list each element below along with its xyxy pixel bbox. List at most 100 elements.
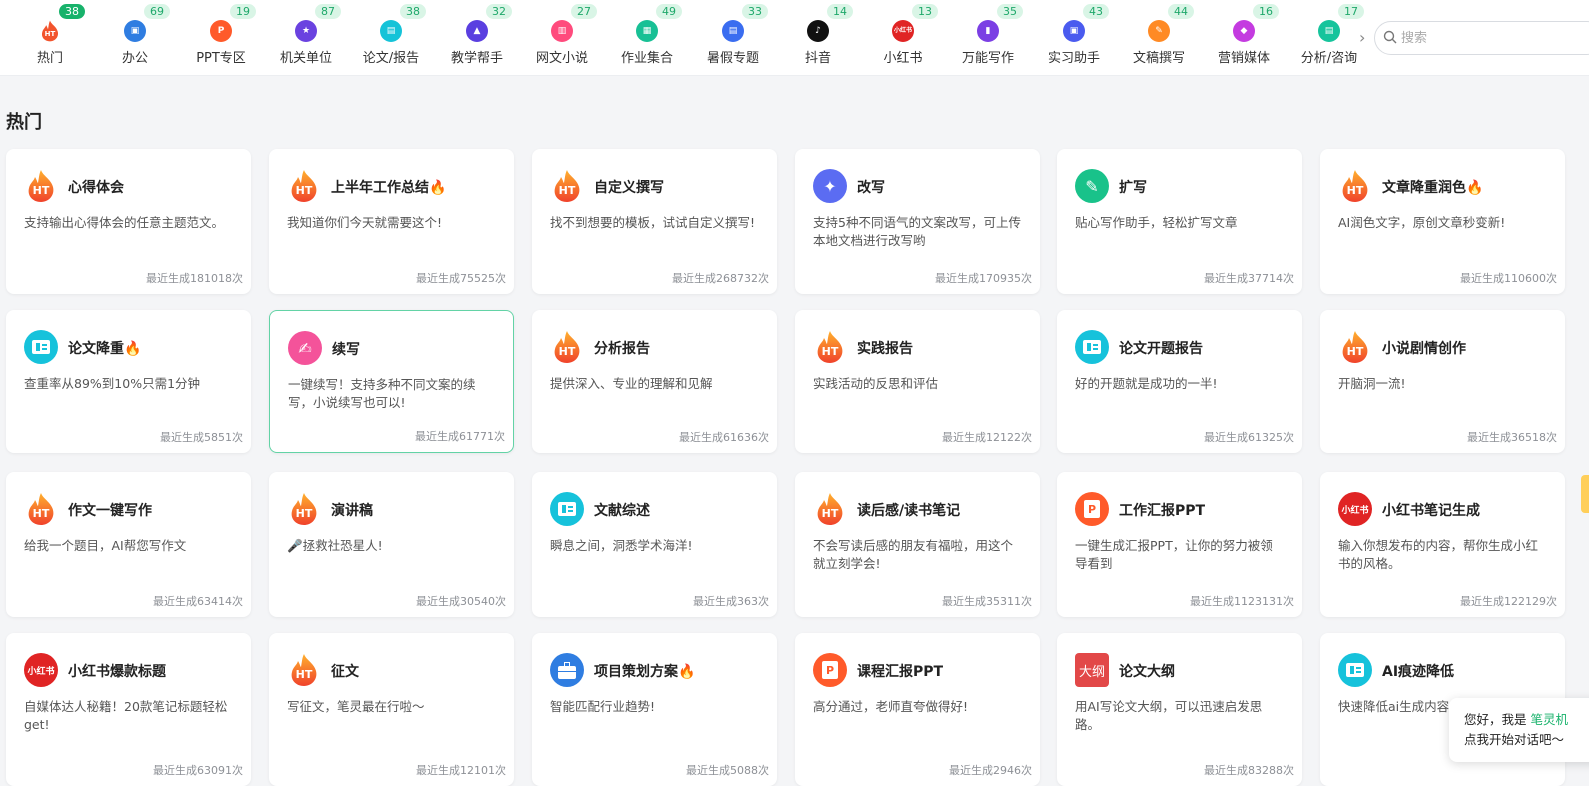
- search-icon: [1383, 30, 1397, 44]
- card-description: 用AI写论文大纲，可以迅速启发思路。: [1075, 699, 1263, 732]
- card-title: AI痕迹降低: [1382, 664, 1455, 680]
- card-description: 贴心写作助手，轻松扩写文章: [1075, 215, 1238, 230]
- outline-icon: 大纲: [1075, 653, 1109, 687]
- card-title: 论文大纲: [1119, 664, 1175, 680]
- chat-bubble[interactable]: 您好，我是 笔灵机 点我开始对话吧～: [1449, 698, 1589, 762]
- template-card[interactable]: HT 上半年工作总结🔥 我知道你们今天就需要这个! 最近生成75525次: [269, 149, 514, 294]
- category-count-badge: 35: [997, 4, 1023, 19]
- card-title: 小红书笔记生成: [1382, 503, 1480, 519]
- category-tab-12[interactable]: ▣ 43 实习助手: [1031, 0, 1117, 76]
- template-card[interactable]: ✍ 续写 一键续写！支持多种不同文案的续写，小说续写也可以! 最近生成61771次: [269, 310, 514, 453]
- category-tab-13[interactable]: ✎ 44 文稿撰写: [1116, 0, 1202, 76]
- template-card[interactable]: 大纲 论文大纲 用AI写论文大纲，可以迅速启发思路。 最近生成83288次: [1057, 633, 1302, 786]
- template-card[interactable]: 小红书 小红书爆款标题 自媒体达人秘籍！20款笔记标题轻松get! 最近生成63091…: [6, 633, 251, 786]
- card-description: 输入你想发布的内容，帮你生成小红书的风格。: [1338, 538, 1539, 571]
- card-description: 支持输出心得体会的任意主题范文。: [24, 215, 225, 230]
- card-usage-count: 最近生成12101次: [416, 764, 506, 777]
- card-title: 工作汇报PPT: [1119, 503, 1206, 519]
- search-input[interactable]: [1401, 28, 1581, 48]
- search-box[interactable]: [1374, 21, 1589, 55]
- card-title: 续写: [332, 342, 360, 358]
- card-usage-count: 最近生成5088次: [686, 764, 769, 777]
- card-description: 一键续写！支持多种不同文案的续写，小说续写也可以!: [288, 377, 476, 410]
- category-count-badge: 27: [571, 4, 597, 19]
- template-card[interactable]: HT 自定义撰写 找不到想要的模板，试试自定义撰写! 最近生成268732次: [532, 149, 777, 294]
- category-count-badge: 87: [315, 4, 341, 19]
- flame-ht-icon: HT: [550, 169, 584, 203]
- category-label: 办公: [121, 51, 148, 66]
- template-card[interactable]: HT 小说剧情创作 开脑洞一流! 最近生成36518次: [1320, 310, 1565, 453]
- intern-icon: ▣: [1063, 20, 1085, 42]
- template-card[interactable]: 文献综述 瞬息之间，洞悉学术海洋! 最近生成363次: [532, 472, 777, 617]
- card-description: 我知道你们今天就需要这个!: [287, 215, 443, 230]
- card-description: 🎤拯救社恐星人!: [287, 538, 383, 553]
- category-label: 万能写作: [961, 51, 1014, 66]
- card-title: 读后感/读书笔记: [857, 503, 961, 519]
- card-usage-count: 最近生成122129次: [1460, 595, 1557, 608]
- card-title: 小红书爆款标题: [68, 664, 166, 680]
- graduation-cap-icon: ▲: [466, 20, 488, 42]
- category-tab-5[interactable]: ▲ 32 教学帮手: [434, 0, 520, 76]
- template-card[interactable]: 小红书 小红书笔记生成 输入你想发布的内容，帮你生成小红书的风格。 最近生成12212…: [1320, 472, 1565, 617]
- card-description: 高分通过，老师直夸做得好!: [813, 699, 969, 714]
- template-card[interactable]: ✦ 改写 支持5种不同语气的文案改写，可上传本地文档进行改写哟 最近生成170935次: [795, 149, 1040, 294]
- category-tab-8[interactable]: ▤ 33 暑假专题: [690, 0, 776, 76]
- card-description: 智能匹配行业趋势!: [550, 699, 656, 714]
- ppt-icon: P: [813, 653, 847, 687]
- template-card[interactable]: HT 文章降重润色🔥 AI润色文字，原创文章秒变新! 最近生成110600次: [1320, 149, 1565, 294]
- category-tab-11[interactable]: ▮ 35 万能写作: [945, 0, 1031, 76]
- card-usage-count: 最近生成363次: [693, 595, 769, 608]
- category-tab-7[interactable]: ▦ 49 作业集合: [604, 0, 690, 76]
- category-tab-9[interactable]: ♪ 14 抖音: [775, 0, 861, 76]
- template-card[interactable]: 论文降重🔥 查重率从89%到10%只需1分钟 最近生成5851次: [6, 310, 251, 453]
- category-label: 网文小说: [535, 51, 588, 66]
- card-description: 支持5种不同语气的文案改写，可上传本地文档进行改写哟: [813, 215, 1021, 248]
- card-title: 分析报告: [594, 341, 650, 357]
- template-card[interactable]: HT 作文一键写作 给我一个题目，AI帮您写作文 最近生成63414次: [6, 472, 251, 617]
- template-card[interactable]: HT 演讲稿 🎤拯救社恐星人! 最近生成30540次: [269, 472, 514, 617]
- category-count-badge: 44: [1168, 4, 1194, 19]
- template-card[interactable]: P 课程汇报PPT 高分通过，老师直夸做得好! 最近生成2946次: [795, 633, 1040, 786]
- category-tab-6[interactable]: ▥ 27 网文小说: [519, 0, 605, 76]
- template-card[interactable]: ✎ 扩写 贴心写作助手，轻松扩写文章 最近生成37714次: [1057, 149, 1302, 294]
- category-tab-4[interactable]: ▤ 38 论文/报告: [348, 0, 434, 76]
- template-card[interactable]: HT 征文 写征文，笔灵最在行啦～ 最近生成12101次: [269, 633, 514, 786]
- template-card[interactable]: HT 心得体会 支持输出心得体会的任意主题范文。 最近生成181018次: [6, 149, 251, 294]
- category-tab-14[interactable]: ◆ 16 营销媒体: [1201, 0, 1287, 76]
- category-label: 热门: [36, 51, 63, 66]
- card-usage-count: 最近生成63091次: [153, 764, 243, 777]
- template-card[interactable]: HT 实践报告 实践活动的反思和评估 最近生成12122次: [795, 310, 1040, 453]
- summer-icon: ▤: [722, 20, 744, 42]
- category-tab-3[interactable]: ★ 87 机关单位: [263, 0, 349, 76]
- category-count-badge: 38: [400, 4, 426, 19]
- paper-card-icon: [550, 492, 584, 526]
- template-card[interactable]: P 工作汇报PPT 一键生成汇报PPT，让你的努力被领导看到 最近生成1123131次: [1057, 472, 1302, 617]
- card-usage-count: 最近生成12122次: [942, 431, 1032, 444]
- section-title: 热门: [6, 112, 42, 133]
- category-tab-2[interactable]: P 19 PPT专区: [178, 0, 264, 76]
- category-tab-10[interactable]: 小红书 13 小红书: [860, 0, 946, 76]
- card-title: 心得体会: [68, 180, 124, 196]
- card-usage-count: 最近生成170935次: [935, 272, 1032, 285]
- paper-card-icon: [24, 330, 58, 364]
- card-usage-count: 最近生成35311次: [942, 595, 1032, 608]
- template-card[interactable]: 项目策划方案🔥 智能匹配行业趋势! 最近生成5088次: [532, 633, 777, 786]
- category-tab-1[interactable]: ▣ 69 办公: [92, 0, 178, 76]
- card-usage-count: 最近生成61325次: [1204, 431, 1294, 444]
- card-usage-count: 最近生成268732次: [672, 272, 769, 285]
- category-tab-15[interactable]: ▤ 17 分析/咨询: [1286, 0, 1372, 76]
- card-usage-count: 最近生成61771次: [415, 430, 505, 443]
- template-card[interactable]: HT 读后感/读书笔记 不会写读后感的朋友有福啦，用这个就立刻学会! 最近生成3531…: [795, 472, 1040, 617]
- category-count-badge: 16: [1253, 4, 1279, 19]
- side-widget-tab[interactable]: [1581, 475, 1589, 513]
- category-label: 文稿撰写: [1132, 51, 1185, 66]
- card-title: 文献综述: [594, 503, 650, 519]
- template-card[interactable]: 论文开题报告 好的开题就是成功的一半! 最近生成61325次: [1057, 310, 1302, 453]
- card-title: 征文: [331, 664, 359, 680]
- category-label: 暑假专题: [706, 51, 759, 66]
- template-card[interactable]: HT 分析报告 提供深入、专业的理解和见解 最近生成61636次: [532, 310, 777, 453]
- paper-icon: ▤: [380, 20, 402, 42]
- category-tab-0[interactable]: HT 38 热门: [7, 0, 93, 76]
- xiaohongshu-icon: 小红书: [24, 653, 58, 687]
- paper-card-icon: [1075, 330, 1109, 364]
